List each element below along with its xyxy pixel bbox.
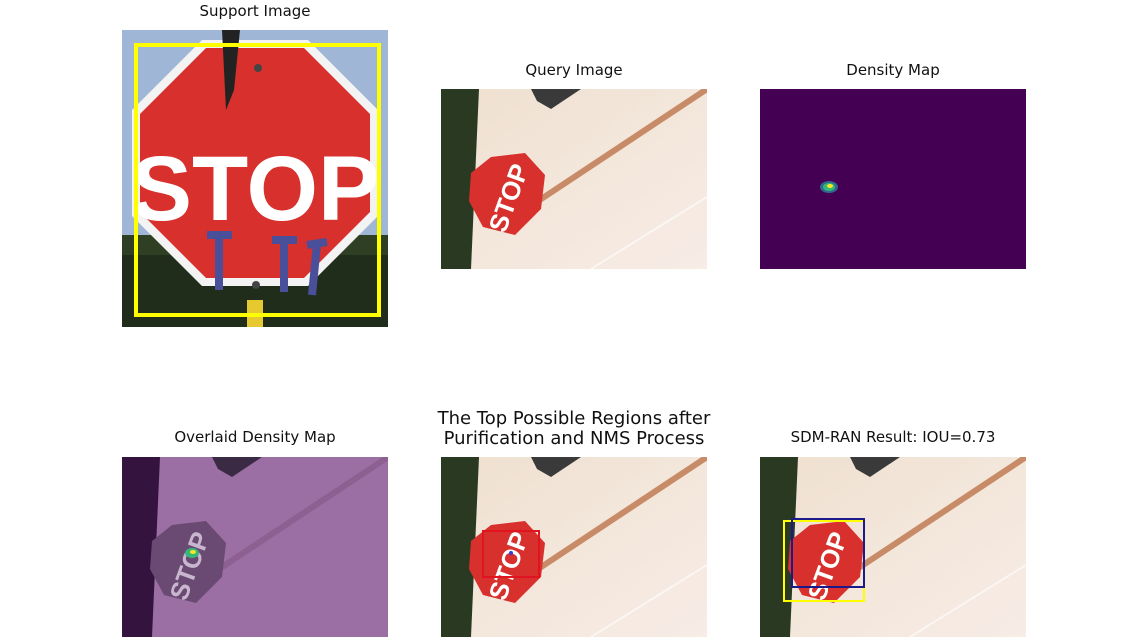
support-image: STOP [122, 30, 388, 327]
top-regions-title: The Top Possible Regions after Purificat… [437, 408, 711, 449]
sdm-ran-result-title: SDM-RAN Result: IOU=0.73 [790, 428, 996, 446]
density-map [760, 89, 1026, 269]
density-map-title: Density Map [846, 61, 940, 79]
overlaid-density-map: STOP [122, 457, 388, 637]
support-sign-text: STOP [131, 138, 380, 240]
query-image-title: Query Image [525, 61, 623, 79]
query-image: STOP [441, 89, 707, 269]
sdm-ran-result-image: STOP [760, 457, 1026, 637]
top-regions-image: STOP [441, 457, 707, 637]
support-image-title: Support Image [199, 2, 311, 20]
overlaid-density-map-title: Overlaid Density Map [174, 428, 336, 446]
